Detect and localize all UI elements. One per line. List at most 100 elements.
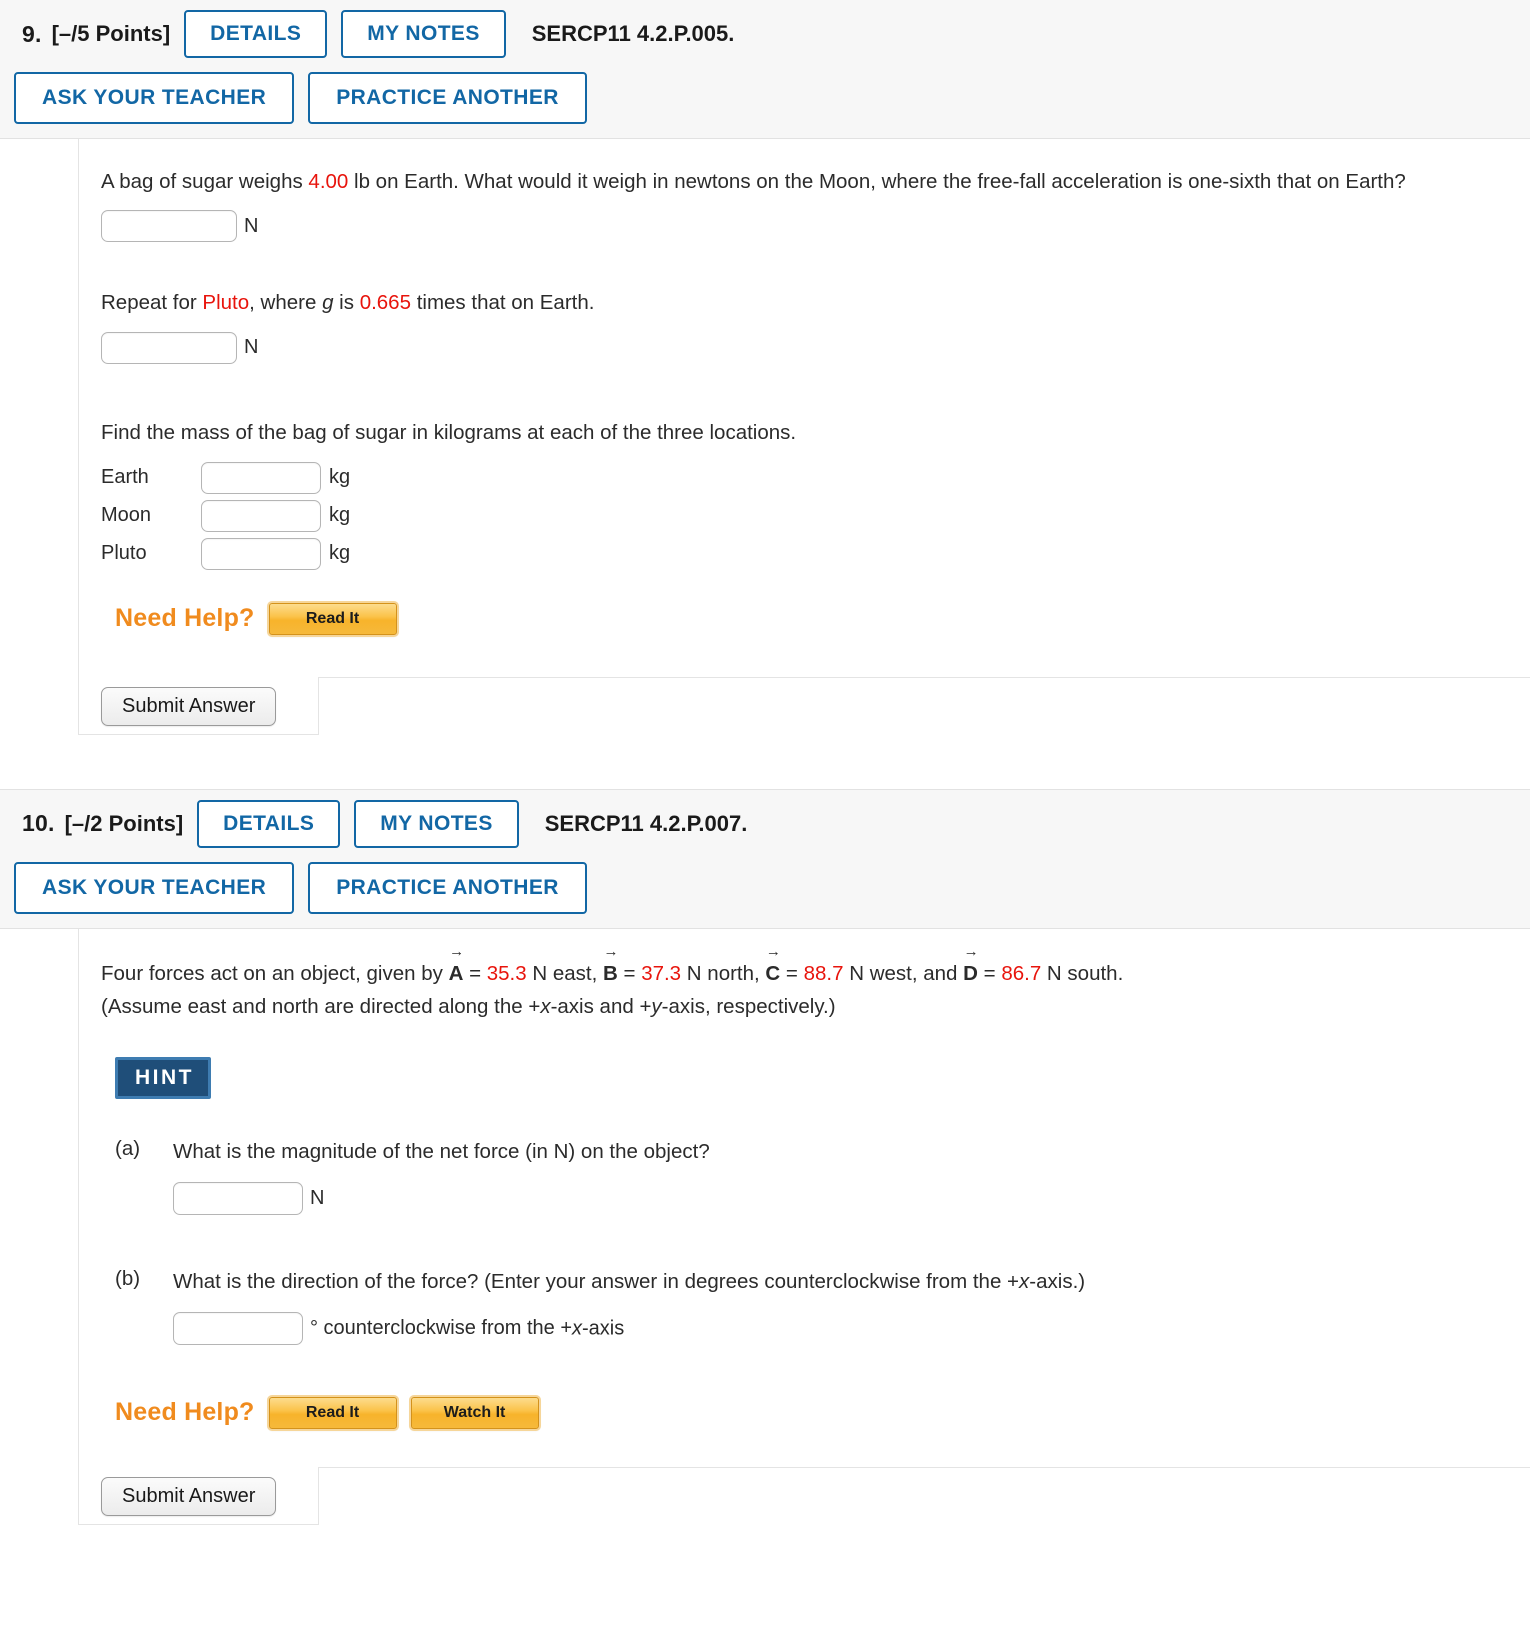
part-b-letter: (b) [115,1266,141,1290]
prompt-2-text-a: Repeat for [101,291,203,315]
part-a-answer-row: N [173,1181,710,1215]
mass-unit-pluto: kg [329,542,351,565]
question-9-content: A bag of sugar weighs 4.00 lb on Earth. … [78,139,1530,677]
watch-it-button-q10[interactable]: Watch It [410,1396,539,1429]
moon-weight-unit: N [244,214,259,237]
details-button-q10[interactable]: DETAILS [197,799,341,848]
part-a-letter: (a) [115,1137,141,1161]
prompt-1-text-a: A bag of sugar weighs [101,170,309,194]
hint-badge[interactable]: HINT [115,1057,211,1100]
answer-row-moon-weight: N [101,210,1530,243]
mass-unit-earth: kg [329,466,351,489]
question-9-prompt-3: Find the mass of the bag of sugar in kil… [101,420,797,444]
part-b-input[interactable] [173,1311,303,1345]
mass-input-earth[interactable] [201,461,321,494]
practice-another-button-q10[interactable]: PRACTICE ANOTHER [308,861,587,914]
equals-a: = [463,961,487,985]
part-a-input[interactable] [173,1181,303,1215]
question-10-header-row-1: 10. [–/2 Points] DETAILS MY NOTES SERCP1… [0,799,1530,848]
mass-label-pluto: Pluto [101,542,147,565]
assume-axis-y: y [651,995,662,1018]
question-9-body: A bag of sugar weighs 4.00 lb on Earth. … [0,139,1530,735]
mass-input-pluto[interactable] [201,537,321,570]
vector-c-value: 88.7 [803,961,844,985]
moon-weight-input[interactable] [101,210,237,243]
vector-a-value: 35.3 [486,961,527,985]
submit-area-q9: Submit Answer [78,676,1530,735]
submit-area-q10: Submit Answer [78,1466,1530,1525]
ask-your-teacher-button-q10[interactable]: ASK YOUR TEACHER [14,861,295,914]
vector-d-symbol: → D [963,944,979,990]
vector-arrow-icon: → [603,942,619,960]
question-10-content: Four forces act on an object, given by →… [78,928,1530,1467]
question-10-number: 10. [22,810,55,837]
equals-c: = [780,961,804,985]
question-9-code: SERCP11 4.2.P.005. [531,21,735,47]
answer-row-pluto-weight: N [101,331,1530,364]
mass-unit-moon: kg [329,504,351,527]
mass-input-moon[interactable] [201,499,321,532]
my-notes-button-q9[interactable]: MY NOTES [341,10,506,59]
prompt-lead-text: Four forces act on an object, given by [101,961,449,985]
question-separator [0,734,1530,789]
ask-your-teacher-button-q9[interactable]: ASK YOUR TEACHER [14,72,295,125]
practice-another-button-q9[interactable]: PRACTICE ANOTHER [308,72,587,125]
vector-b-symbol: → B [603,944,619,990]
mass-input-cell-pluto [201,535,321,573]
need-help-label-q10: Need Help? [115,1398,255,1427]
mass-input-cell-moon [201,497,321,535]
part-b-unit-x: x [572,1317,582,1340]
vector-c-letter: C [765,961,781,985]
equals-d: = [977,961,1002,985]
mass-label-moon: Moon [101,504,152,527]
prompt-2-symbol-g: g [322,291,334,315]
prompt-2-text-d: times that on Earth. [411,291,595,315]
read-it-button-q10[interactable]: Read It [268,1396,397,1429]
submit-rest-q10 [318,1466,1530,1525]
question-10-body: Four forces act on an object, given by →… [0,928,1530,1525]
need-help-row-q9: Need Help? Read It [101,602,1530,635]
table-row: Moon kg [101,497,350,535]
question-9-header-row-1: 9. [–/5 Points] DETAILS MY NOTES SERCP11… [0,10,1530,59]
prompt-2-text-b: , where [249,291,323,315]
part-a: (a) What is the magnitude of the net for… [101,1137,1530,1215]
read-it-button-q9[interactable]: Read It [268,602,397,635]
prompt-1-text-b: lb on Earth. What would it weigh in newt… [348,170,1406,194]
part-b: (b) What is the direction of the force? … [101,1267,1530,1345]
pluto-weight-unit: N [244,336,259,358]
spacer-q10 [101,1429,1530,1467]
need-help-row-q10: Need Help? Read It Watch It [101,1396,1530,1429]
vector-c-dir: N west, and [843,961,964,985]
question-10-points: [–/2 Points] [64,810,184,836]
my-notes-button-q10[interactable]: MY NOTES [354,799,519,848]
part-a-question: What is the magnitude of the net force (… [173,1140,710,1164]
part-b-body: What is the direction of the force? (Ent… [173,1267,1085,1345]
pluto-weight-input[interactable] [101,331,237,364]
vector-a-symbol: → A [448,944,465,990]
table-row: Earth kg [101,459,350,497]
question-9-prompt-2: Repeat for Pluto, where g is 0.665 times… [101,286,1456,319]
assume-text-a: (Assume east and north are directed alon… [101,995,541,1018]
prompt-1-value: 4.00 [308,170,349,194]
vector-b-value: 37.3 [641,961,682,985]
vector-d-letter: D [963,961,978,985]
vector-a-letter: A [448,961,464,985]
part-b-answer-row: ° counterclockwise from the +x-axis [173,1311,1085,1345]
submit-answer-button-q10[interactable]: Submit Answer [101,1476,277,1516]
vector-b-dir: N north, [681,961,766,985]
vector-arrow-icon: → [765,942,781,960]
assume-axis-x: x [540,995,551,1018]
vector-d-value: 86.7 [1001,961,1042,985]
assume-text-c: -axis, respectively.) [661,995,836,1018]
submit-answer-button-q9[interactable]: Submit Answer [101,686,277,726]
question-9-number: 9. [22,20,42,47]
details-button-q9[interactable]: DETAILS [184,10,328,59]
part-a-unit: N [310,1187,325,1210]
question-10-header-row-2: ASK YOUR TEACHER PRACTICE ANOTHER [0,861,1530,914]
mass-label-earth: Earth [101,466,149,489]
need-help-label-q9: Need Help? [115,604,255,633]
question-9-header: 9. [–/5 Points] DETAILS MY NOTES SERCP11… [0,0,1530,140]
vector-a-dir: N east, [526,961,603,985]
prompt-2-text-c: is [333,291,360,315]
part-b-question-b: -axis.) [1029,1269,1086,1293]
